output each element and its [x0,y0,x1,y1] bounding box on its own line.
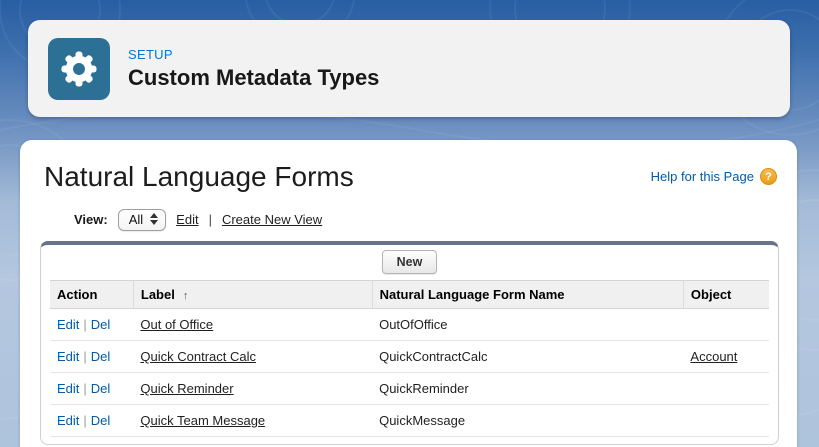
help-question-icon[interactable]: ? [760,168,777,185]
row-label-link[interactable]: Out of Office [140,317,213,332]
table-row: Edit | Del Quick Contract Calc QuickContra… [50,340,769,373]
action-separator: | [83,380,87,396]
edit-view-link[interactable]: Edit [176,212,198,227]
select-stepper-icon [150,213,159,226]
row-object-link[interactable]: Account [690,349,737,364]
action-cell: Edit | Del [50,308,134,341]
row-edit-link[interactable]: Edit [57,381,79,396]
create-new-view-link[interactable]: Create New View [222,212,322,227]
page-title: Natural Language Forms [44,161,354,192]
list-view-container: New Action Label ↑ Natural Language Form … [40,240,779,445]
column-header-form-name[interactable]: Natural Language Form Name [372,279,684,309]
sort-ascending-icon: ↑ [182,289,189,302]
form-name-cell: QuickContractCalc [372,340,684,373]
action-separator: | [83,316,87,332]
object-cell [683,404,769,437]
main-content-card: Natural Language Forms Help for this Pag… [20,140,797,447]
table-row: Edit | Del Out of Office OutOfOffice [50,308,769,341]
row-del-link[interactable]: Del [91,413,111,428]
action-separator: | [83,348,87,364]
object-cell: Account [683,340,769,373]
setup-eyebrow: SETUP [128,46,173,62]
row-form-name: OutOfOffice [379,316,448,332]
label-cell: Quick Contract Calc [133,340,373,373]
row-edit-link[interactable]: Edit [57,413,79,428]
row-del-link[interactable]: Del [91,349,111,364]
action-cell: Edit | Del [50,340,134,373]
table-header-row: Action Label ↑ Natural Language Form Name… [50,279,769,309]
help-for-this-page: Help for this Page ? [651,168,777,185]
table-row: Edit | Del Quick Reminder QuickReminder [50,372,769,405]
row-edit-link[interactable]: Edit [57,317,79,332]
action-cell: Edit | Del [50,372,134,405]
page: { "header": { "eyebrow": "SETUP", "title… [0,0,819,447]
row-del-link[interactable]: Del [91,317,111,332]
view-select-value: All [128,211,144,227]
row-form-name: QuickReminder [379,380,469,396]
records-table: Action Label ↑ Natural Language Form Name… [50,279,769,437]
column-header-object[interactable]: Object [683,279,769,309]
new-button[interactable]: New [381,250,438,275]
setup-header-text: SETUP Custom Metadata Types [128,47,379,91]
page-head: Natural Language Forms Help for this Pag… [32,156,783,193]
label-cell: Out of Office [133,308,373,341]
view-bar-separator: | [208,212,212,228]
column-header-label[interactable]: Label ↑ [133,279,373,309]
form-name-cell: QuickMessage [372,404,684,437]
row-form-name: QuickContractCalc [379,348,488,364]
row-edit-link[interactable]: Edit [57,349,79,364]
action-cell: Edit | Del [50,404,134,437]
form-name-cell: OutOfOffice [372,308,684,341]
view-select-dropdown[interactable]: All [117,208,167,231]
view-bar: View: All Edit | Create New View [74,208,783,231]
column-header-action[interactable]: Action [50,279,134,309]
row-del-link[interactable]: Del [91,381,111,396]
form-name-cell: QuickReminder [372,372,684,405]
row-label-link[interactable]: Quick Reminder [140,381,233,396]
view-label: View: [74,212,108,228]
action-separator: | [83,412,87,428]
list-toolbar: New [50,245,769,280]
label-cell: Quick Reminder [133,372,373,405]
row-form-name: QuickMessage [379,412,466,428]
table-row: Edit | Del Quick Team Message QuickMessage [50,404,769,437]
row-label-link[interactable]: Quick Contract Calc [140,349,256,364]
setup-icon-tile [48,37,110,100]
object-cell [683,308,769,341]
row-label-link[interactable]: Quick Team Message [140,413,265,428]
setup-page-title: Custom Metadata Types [128,64,380,90]
table-body: Edit | Del Out of Office OutOfOffice Edit |… [50,308,769,437]
object-cell [683,372,769,405]
label-cell: Quick Team Message [133,404,373,437]
gear-icon [61,51,97,86]
help-link[interactable]: Help for this Page [651,169,754,184]
setup-header: SETUP Custom Metadata Types [28,20,790,117]
